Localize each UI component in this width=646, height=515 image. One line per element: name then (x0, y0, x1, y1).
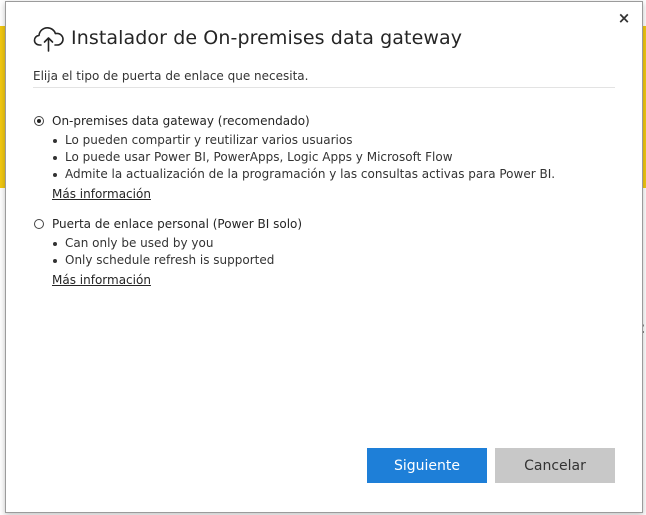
list-item: Admite la actualización de la programaci… (52, 166, 555, 183)
more-info-link[interactable]: Más información (52, 186, 151, 203)
next-button[interactable]: Siguiente (367, 448, 487, 483)
cloud-upload-icon (33, 27, 64, 52)
more-info-link[interactable]: Más información (52, 272, 151, 289)
dialog-header: Instalador de On-premises data gateway (32, 22, 462, 54)
dialog-title: Instalador de On-premises data gateway (71, 27, 463, 49)
dialog-subtitle: Elija el tipo de puerta de enlace que ne… (33, 69, 309, 83)
list-item: Lo pueden compartir y reutilizar varios … (52, 132, 555, 149)
cancel-button[interactable]: Cancelar (495, 448, 615, 483)
divider (33, 87, 615, 88)
list-item: Lo puede usar Power BI, PowerApps, Logic… (52, 149, 555, 166)
feature-list: Lo pueden compartir y reutilizar varios … (34, 132, 555, 183)
option-label[interactable]: On-premises data gateway (recomendado) (52, 114, 310, 128)
installer-dialog: × Instalador de On-premises data gateway… (5, 1, 643, 513)
option-label[interactable]: Puerta de enlace personal (Power BI solo… (52, 217, 302, 231)
list-item: Can only be used by you (52, 235, 302, 252)
close-icon[interactable]: × (616, 10, 632, 26)
radio-personal-gateway[interactable] (34, 219, 44, 229)
radio-row-personal[interactable]: Puerta de enlace personal (Power BI solo… (34, 217, 302, 231)
feature-list: Can only be used by you Only schedule re… (34, 235, 302, 269)
radio-row-onpremises[interactable]: On-premises data gateway (recomendado) (34, 114, 555, 128)
option-personal-gateway: Puerta de enlace personal (Power BI solo… (34, 217, 302, 289)
option-onpremises-gateway: On-premises data gateway (recomendado) L… (34, 114, 555, 203)
radio-onpremises-gateway[interactable] (34, 116, 44, 126)
list-item: Only schedule refresh is supported (52, 252, 302, 269)
